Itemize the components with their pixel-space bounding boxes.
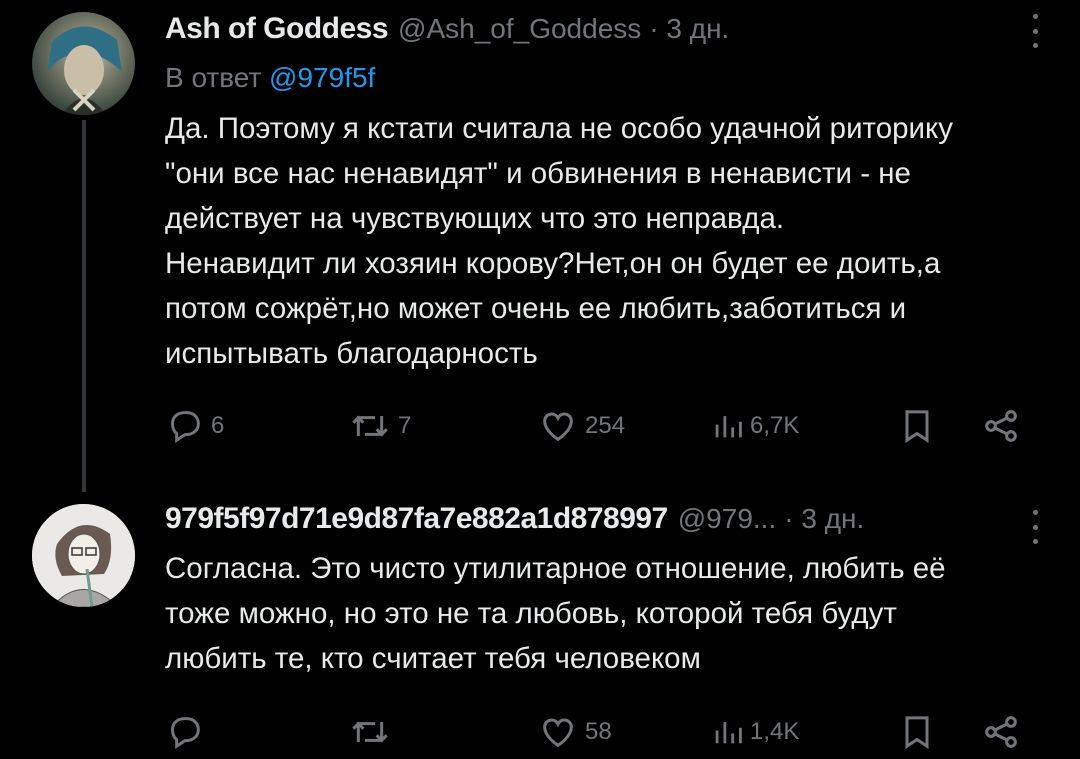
tweet[interactable]: 979f5f97d71e9d87fa7e882a1d878997 @979...…	[0, 490, 1080, 759]
tweet-text-line: действует на чувствующих что это неправд…	[165, 202, 785, 235]
tweet-text: Да. Поэтому я кстати считала не особо уд…	[165, 106, 1060, 376]
tweet-text-line: Да. Поэтому я кстати считала не особо уд…	[165, 112, 954, 145]
share-icon	[985, 410, 1017, 442]
tweet-header: 979f5f97d71e9d87fa7e882a1d878997 @979...…	[165, 502, 864, 538]
views-button[interactable]: 1,4K	[710, 712, 799, 752]
views-icon	[715, 722, 742, 744]
reply-context: В ответ @979f5f	[165, 62, 375, 94]
avatar[interactable]	[32, 504, 135, 607]
share-button[interactable]	[981, 406, 1021, 446]
reply-prefix: В ответ	[165, 62, 262, 93]
action-bar: 6 7 254 6,7K	[165, 406, 1035, 446]
retweet-count: 7	[398, 412, 412, 439]
views-count: 1,4K	[750, 718, 800, 745]
bookmark-button[interactable]	[897, 406, 937, 446]
thread-line	[82, 120, 86, 492]
reply-icon	[170, 411, 200, 443]
retweet-button[interactable]	[348, 712, 398, 752]
retweet-button[interactable]: 7	[348, 406, 411, 446]
like-button[interactable]: 58	[537, 712, 612, 752]
user-handle[interactable]: @Ash_of_Goddess	[398, 13, 641, 45]
retweet-icon	[352, 721, 388, 743]
avatar[interactable]	[32, 12, 135, 115]
bookmark-icon	[905, 410, 929, 443]
timestamp[interactable]: · 3 дн.	[649, 13, 729, 45]
heart-icon	[543, 718, 573, 748]
heart-icon	[543, 412, 573, 442]
views-button[interactable]: 6,7K	[710, 406, 799, 446]
tweet-text-line: любить те, кто считает тебя человеком	[165, 642, 701, 675]
reply-handle-link[interactable]: @979f5f	[269, 62, 375, 93]
more-icon[interactable]	[1030, 510, 1040, 544]
reply-count: 6	[211, 412, 225, 439]
views-icon	[715, 416, 742, 438]
views-count: 6,7K	[750, 412, 800, 439]
timestamp[interactable]: · 3 дн.	[784, 503, 864, 535]
tweet[interactable]: Ash of Goddess @Ash_of_Goddess · 3 дн. В…	[0, 0, 1080, 492]
tweet-text-line: тоже можно, но это не та любовь, которой…	[165, 597, 897, 630]
tweet-text-line: "они все нас ненавидят" и обвинения в не…	[165, 157, 911, 190]
share-button[interactable]	[981, 712, 1021, 752]
tweet-text-line: Согласна. Это чисто утилитарное отношени…	[165, 552, 946, 585]
bookmark-button[interactable]	[897, 712, 937, 752]
tweet-text-line: испытывать благодарность	[165, 337, 538, 370]
reply-button[interactable]	[165, 712, 211, 752]
tweet-text-line: Ненавидит ли хозяин корову?Нет,он он буд…	[165, 247, 941, 280]
display-name[interactable]: 979f5f97d71e9d87fa7e882a1d878997	[165, 502, 668, 536]
action-bar: 58 1,4K	[165, 712, 1035, 752]
tweet-header: Ash of Goddess @Ash_of_Goddess · 3 дн.	[165, 12, 729, 48]
tweet-text: Согласна. Это чисто утилитарное отношени…	[165, 546, 1060, 681]
like-button[interactable]: 254	[537, 406, 625, 446]
retweet-icon	[352, 415, 388, 437]
reply-icon	[170, 717, 200, 749]
tweet-text-line: потом сожрёт,но может очень ее любить,за…	[165, 292, 907, 325]
display-name[interactable]: Ash of Goddess	[165, 12, 389, 46]
more-icon[interactable]	[1030, 14, 1040, 48]
share-icon	[985, 716, 1017, 748]
bookmark-icon	[905, 716, 929, 749]
user-handle[interactable]: @979...	[678, 503, 776, 535]
reply-button[interactable]: 6	[165, 406, 224, 446]
like-count: 254	[585, 412, 626, 439]
like-count: 58	[585, 718, 612, 745]
